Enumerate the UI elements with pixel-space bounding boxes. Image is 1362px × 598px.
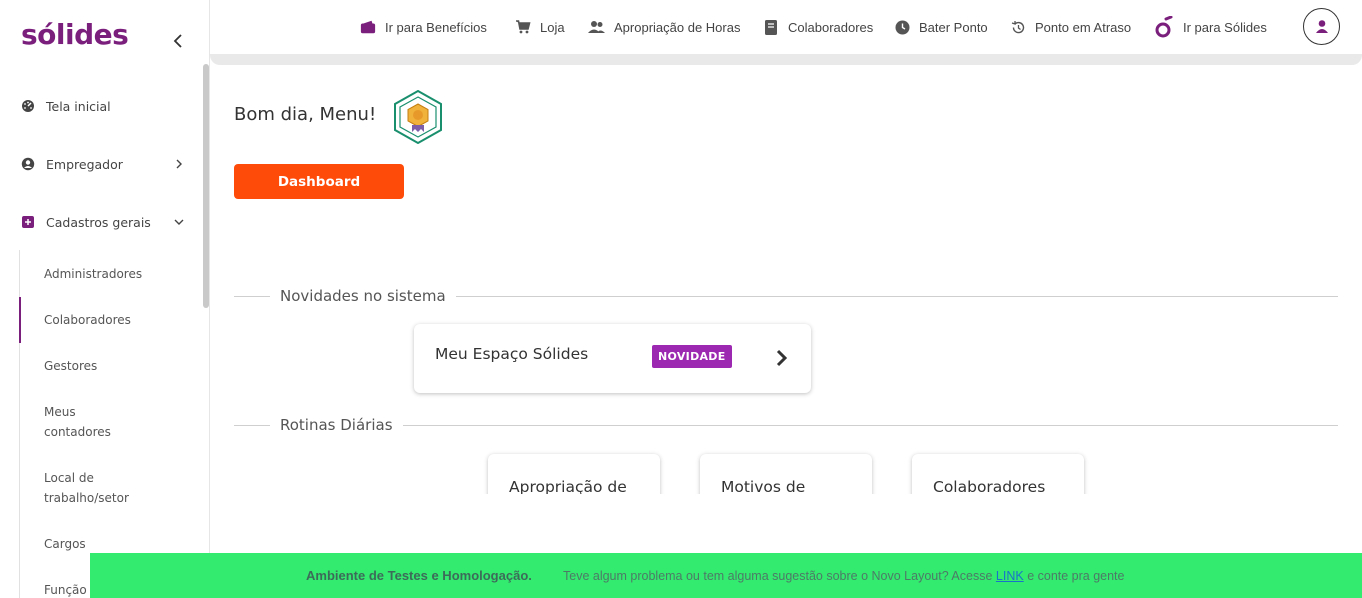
solides-logo-icon [1155,16,1174,38]
routine-card-motivos[interactable]: Motivos de [700,454,872,494]
cart-icon [515,19,531,35]
news-card-title: Meu Espaço Sólides [435,345,589,363]
user-circle-icon [21,157,35,171]
sidebar-subitem-funcao[interactable]: Função [44,580,87,598]
app-root: sólides Tela inicial Empregador Cadastro… [0,0,1362,598]
submenu-active-indicator [19,297,21,343]
sidebar-subitem-administradores[interactable]: Administradores [44,264,142,284]
section-title-novidades: Novidades no sistema [270,287,456,305]
book-icon [763,19,779,35]
routine-card-apropriacao[interactable]: Apropriação de [488,454,660,494]
chevron-right-icon [776,349,788,367]
sidebar-item-label: Empregador [46,156,123,172]
sidebar-item-cadastros-gerais[interactable]: Cadastros gerais [21,211,191,233]
user-icon [1315,20,1328,33]
achievement-badge-icon[interactable] [392,89,444,145]
dashboard-gauge-icon [21,99,35,113]
sidebar-subitem-gestores[interactable]: Gestores [44,356,97,376]
topbar-divider [210,54,1362,65]
solides-logo[interactable]: sólides [21,18,129,51]
sidebar: sólides Tela inicial Empregador Cadastro… [0,0,210,598]
sidebar-scrollbar[interactable] [203,64,209,308]
nav-link-label: Bater Ponto [919,19,988,35]
sidebar-item-empregador[interactable]: Empregador [21,153,191,175]
section-title-rotinas: Rotinas Diárias [270,416,403,434]
feedback-message: Teve algum problema ou tem alguma sugest… [563,569,1124,583]
sidebar-subitem-cargos[interactable]: Cargos [44,534,86,554]
greeting-text: Bom dia, Menu! [234,104,377,125]
sidebar-subitem-meus-contadores[interactable]: Meus contadores [44,402,124,442]
chevron-right-icon [176,159,182,169]
sidebar-item-label: Tela inicial [46,98,111,114]
chevron-left-icon[interactable] [168,30,188,52]
nav-link-label: Colaboradores [788,19,874,35]
nav-link-label: Apropriação de Horas [614,19,741,35]
sidebar-subitem-local-trabalho[interactable]: Local de trabalho/setor [44,468,154,508]
routine-card-colaboradores[interactable]: Colaboradores [912,454,1084,494]
history-icon [1010,19,1026,35]
routines-row: Apropriação de Motivos de Colaboradores [470,450,1170,494]
nav-link-loja[interactable]: Loja [515,17,565,37]
sidebar-item-tela-inicial[interactable]: Tela inicial [21,95,111,117]
sidebar-item-label: Cadastros gerais [46,214,151,230]
user-avatar-button[interactable] [1303,8,1340,45]
nav-link-beneficios[interactable]: Ir para Benefícios [360,17,487,37]
environment-label: Ambiente de Testes e Homologação. [306,568,532,583]
people-icon [588,19,605,35]
sidebar-subitem-colaboradores[interactable]: Colaboradores [44,310,131,330]
novidade-badge: NOVIDADE [652,345,732,368]
feedback-text: Teve algum problema ou tem alguma sugest… [563,568,993,583]
nav-link-colaboradores[interactable]: Colaboradores [763,17,873,37]
nav-link-label: Loja [540,19,565,35]
nav-link-label: Ir para Sólides [1183,19,1267,35]
wallet-icon [360,19,376,35]
environment-banner: Ambiente de Testes e Homologação. Teve a… [90,553,1362,598]
nav-link-bater-ponto[interactable]: Bater Ponto [894,17,988,37]
news-card-meu-espaco[interactable]: Meu Espaço Sólides NOVIDADE [414,324,811,393]
nav-link-apropriacao-horas[interactable]: Apropriação de Horas [588,17,740,37]
chevron-down-icon [174,219,184,225]
nav-link-label: Ponto em Atraso [1035,19,1132,35]
dashboard-button[interactable]: Dashboard [234,164,404,199]
clock-icon [894,19,910,35]
routine-card-title: Colaboradores [933,478,1046,494]
nav-link-ponto-atraso[interactable]: Ponto em Atraso [1010,17,1131,37]
feedback-link[interactable]: LINK [996,569,1024,583]
feedback-text-end: e conte pra gente [1027,568,1125,583]
plus-box-icon [21,215,35,229]
routine-card-title: Apropriação de [509,478,627,494]
routine-card-title: Motivos de [721,478,806,494]
nav-link-label: Ir para Benefícios [385,19,487,35]
nav-link-ir-solides[interactable]: Ir para Sólides [1155,16,1267,38]
